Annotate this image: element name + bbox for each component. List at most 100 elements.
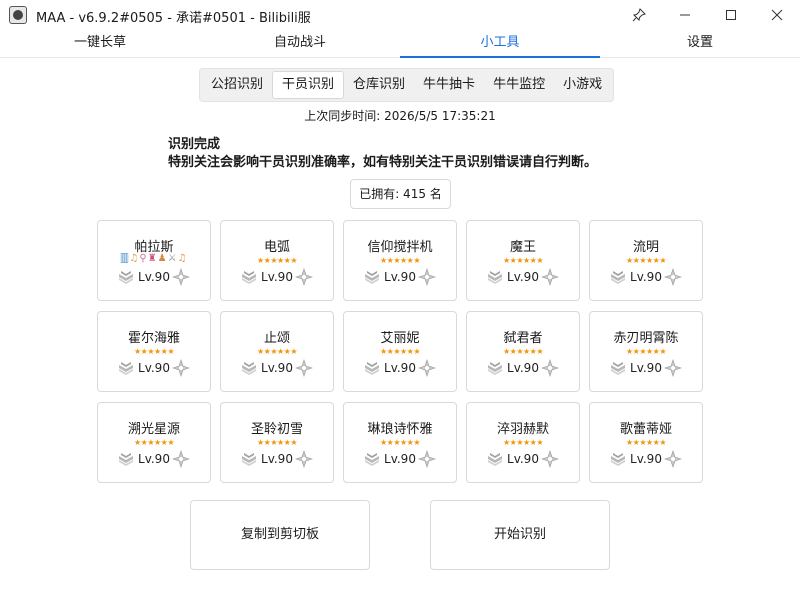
potential-icon (295, 268, 313, 286)
minimize-icon[interactable] (662, 0, 708, 30)
potential-icon (172, 359, 190, 377)
operator-level-row: Lv.90 (344, 359, 456, 377)
potential-icon (664, 450, 682, 468)
operator-level: Lv.90 (138, 361, 170, 375)
subtab-minigame[interactable]: 小游戏 (554, 71, 611, 99)
operator-level: Lv.90 (507, 270, 539, 284)
elite-2-icon (365, 271, 380, 284)
operator-name: 艾丽妮 (380, 331, 420, 346)
operator-level: Lv.90 (630, 452, 662, 466)
rarity-stars: ★★★★★★ (256, 347, 298, 356)
operator-card: 淬羽赫默 ★★★★★★ Lv.90 (466, 402, 580, 483)
tab-auto-battle[interactable]: 自动战斗 (200, 30, 400, 57)
potential-icon (418, 450, 436, 468)
rarity-stars: ★★★★★★ (133, 347, 175, 356)
operator-level: Lv.90 (261, 361, 293, 375)
operator-level: Lv.90 (384, 361, 416, 375)
main-tabs: 一键长草 自动战斗 小工具 设置 (0, 30, 800, 58)
operator-card: 弑君者 ★★★★★★ Lv.90 (466, 311, 580, 392)
elite-2-icon (365, 453, 380, 466)
window-title: MAA - v6.9.2#0505 - 承诺#0501 - Bilibili服 (36, 11, 311, 26)
operator-card: 霍尔海雅 ★★★★★★ Lv.90 (97, 311, 211, 392)
operator-name: 圣聆初雪 (250, 422, 303, 437)
rarity-stars: ★★★★★★ (379, 256, 421, 265)
status-complete: 识别完成 (168, 137, 221, 152)
rarity-stars: ★★★★★★ (379, 347, 421, 356)
operator-card: 止颂 ★★★★★★ Lv.90 (220, 311, 334, 392)
operator-card: 流明 ★★★★★★ Lv.90 (589, 220, 703, 301)
subtab-monitor[interactable]: 牛牛监控 (484, 71, 554, 99)
operator-name: 溯光星源 (127, 422, 180, 437)
elite-2-icon (488, 271, 503, 284)
operator-name: 歌蕾蒂娅 (619, 422, 672, 437)
elite-2-icon (488, 362, 503, 375)
operator-level-row: Lv.90 (467, 450, 579, 468)
operator-card: 溯光星源 ★★★★★★ Lv.90 (97, 402, 211, 483)
copy-to-clipboard-button[interactable]: 复制到剪切板 (190, 500, 370, 570)
operator-card: 魔王 ★★★★★★ Lv.90 (466, 220, 580, 301)
operator-level: Lv.90 (507, 452, 539, 466)
elite-2-icon (365, 362, 380, 375)
elite-2-icon (611, 271, 626, 284)
elite-2-icon (611, 362, 626, 375)
subtab-depot-recognition[interactable]: 仓库识别 (344, 71, 414, 99)
potential-icon (295, 359, 313, 377)
operator-name: 魔王 (509, 240, 536, 255)
subtab-recruit-recognition[interactable]: 公招识别 (202, 71, 272, 99)
maximize-icon[interactable] (708, 0, 754, 30)
module-icon: ⚔ (167, 253, 178, 264)
pin-icon[interactable] (616, 0, 662, 30)
rarity-stars: ★★★★★★ (256, 438, 298, 447)
potential-icon (541, 359, 559, 377)
potential-icon (172, 450, 190, 468)
module-icon: ♫ (177, 253, 188, 264)
potential-icon (295, 450, 313, 468)
operator-level-row: Lv.90 (467, 359, 579, 377)
operator-level-row: Lv.90 (221, 450, 333, 468)
subtab-operator-recognition[interactable]: 干员识别 (272, 71, 345, 99)
operator-level: Lv.90 (630, 361, 662, 375)
operator-level-row: Lv.90 (98, 268, 210, 286)
operator-level-row: Lv.90 (590, 268, 702, 286)
elite-2-icon (242, 362, 257, 375)
subtab-gacha[interactable]: 牛牛抽卡 (414, 71, 484, 99)
potential-icon (664, 268, 682, 286)
operator-card: 圣聆初雪 ★★★★★★ Lv.90 (220, 402, 334, 483)
operator-level: Lv.90 (261, 452, 293, 466)
rarity-stars: ★★★★★★ (502, 256, 544, 265)
operator-card: 帕拉斯 🀫♫⚲♜♟⚔♫ Lv.90 (97, 220, 211, 301)
operator-level-row: Lv.90 (98, 359, 210, 377)
operator-level-row: Lv.90 (590, 359, 702, 377)
rarity-stars: ★★★★★★ (502, 438, 544, 447)
elite-2-icon (119, 271, 134, 284)
operator-level-row: Lv.90 (344, 450, 456, 468)
potential-icon (541, 450, 559, 468)
rarity-stars: ★★★★★★ (133, 438, 175, 447)
elite-2-icon (488, 453, 503, 466)
module-icon: ♟ (157, 253, 168, 264)
potential-icon (664, 359, 682, 377)
rarity-stars: ★★★★★★ (625, 347, 667, 356)
last-sync-time: 上次同步时间: 2026/5/5 17:35:21 (304, 109, 496, 123)
rarity-stars: ★★★★★★ (379, 438, 421, 447)
operator-name: 流明 (632, 240, 659, 255)
operator-card: 信仰搅拌机 ★★★★★★ Lv.90 (343, 220, 457, 301)
operator-card: 电弧 ★★★★★★ Lv.90 (220, 220, 334, 301)
rarity-stars: ★★★★★★ (625, 256, 667, 265)
operator-level: Lv.90 (384, 270, 416, 284)
operator-level-row: Lv.90 (344, 268, 456, 286)
tools-sub-tabs: 公招识别 干员识别 仓库识别 牛牛抽卡 牛牛监控 小游戏 (199, 68, 615, 102)
operator-level-row: Lv.90 (98, 450, 210, 468)
elite-2-icon (611, 453, 626, 466)
tab-one-click-grind[interactable]: 一键长草 (0, 30, 200, 57)
operator-name: 弑君者 (503, 331, 543, 346)
tab-settings[interactable]: 设置 (600, 30, 800, 57)
operator-level: Lv.90 (507, 361, 539, 375)
module-icon: ⚲ (139, 253, 148, 264)
operator-level: Lv.90 (261, 270, 293, 284)
tab-tools[interactable]: 小工具 (400, 30, 600, 58)
potential-icon (172, 268, 190, 286)
close-icon[interactable] (754, 0, 800, 30)
potential-icon (418, 359, 436, 377)
start-recognition-button[interactable]: 开始识别 (430, 500, 610, 570)
